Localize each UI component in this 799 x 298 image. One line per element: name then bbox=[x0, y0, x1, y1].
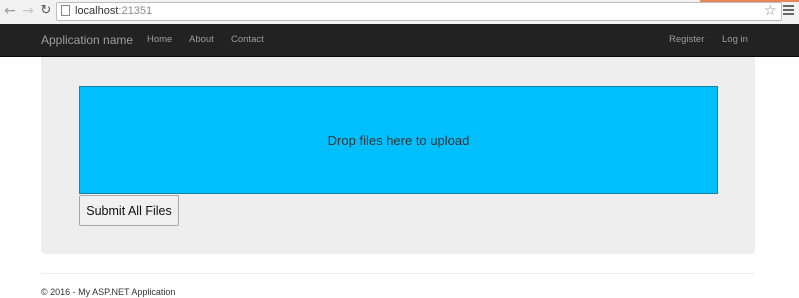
footer-copyright: © 2016 - My ASP.NET Application bbox=[41, 287, 176, 297]
submit-all-files-button[interactable]: Submit All Files bbox=[79, 195, 179, 226]
reload-icon[interactable]: ↻ bbox=[38, 3, 54, 19]
url-host: localhost bbox=[75, 5, 119, 17]
nav-link-home[interactable]: Home bbox=[147, 24, 172, 56]
address-bar[interactable]: localhost:21351 bbox=[56, 2, 782, 21]
forward-arrow-icon[interactable]: → bbox=[20, 3, 36, 19]
nav-link-about[interactable]: About bbox=[189, 24, 214, 56]
url-port: :21351 bbox=[118, 5, 153, 17]
browser-toolbar: ← → ↻ localhost:21351 ☆ bbox=[0, 0, 799, 25]
file-dropzone[interactable]: Drop files here to upload bbox=[79, 86, 718, 194]
url-text[interactable]: localhost:21351 bbox=[75, 4, 152, 19]
footer-divider bbox=[41, 273, 755, 274]
menu-icon[interactable] bbox=[783, 5, 794, 15]
star-icon[interactable]: ☆ bbox=[764, 3, 777, 19]
nav-link-register[interactable]: Register bbox=[669, 24, 704, 56]
dropzone-message: Drop files here to upload bbox=[327, 132, 470, 148]
page-icon bbox=[61, 5, 70, 16]
nav-link-login[interactable]: Log in bbox=[722, 24, 748, 56]
nav-link-contact[interactable]: Contact bbox=[231, 24, 264, 56]
brand-link[interactable]: Application name bbox=[41, 24, 133, 56]
navbar: Application name Home About Contact Regi… bbox=[0, 24, 799, 57]
back-arrow-icon[interactable]: ← bbox=[2, 3, 18, 19]
